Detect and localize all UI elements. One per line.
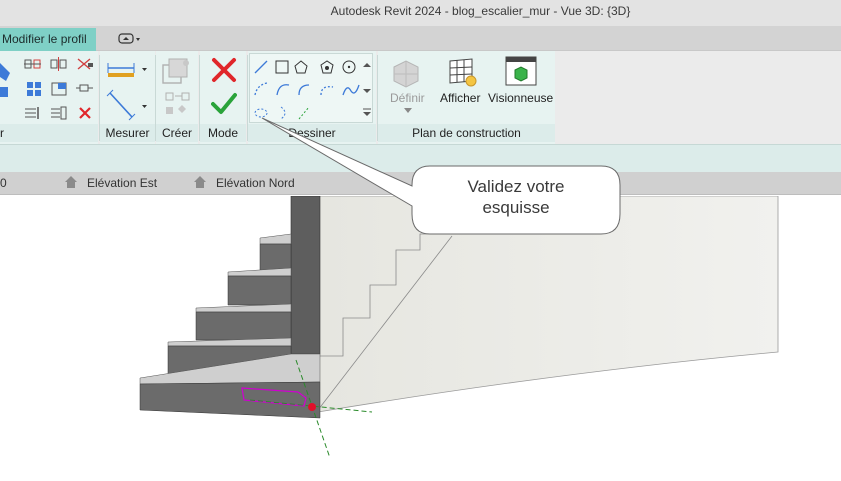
revit-window: Autodesk Revit 2024 - blog_escalier_mur … — [0, 0, 841, 481]
callout-line-1: Validez votre — [467, 177, 565, 196]
callout-text: Validez votre esquisse — [412, 176, 620, 218]
callout-line-2: esquisse — [482, 198, 550, 217]
callout-balloon — [261, 117, 621, 235]
